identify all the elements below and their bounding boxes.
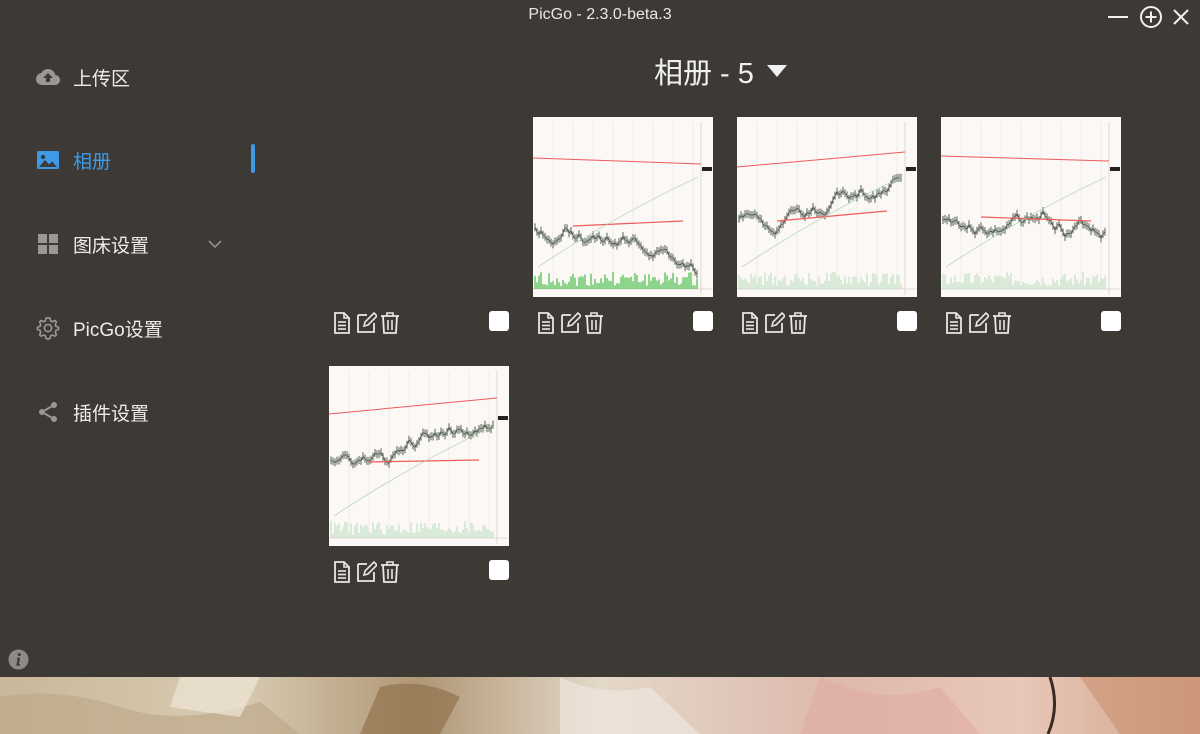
- sidebar-item-label: 图床设置: [73, 235, 150, 257]
- copy-document-icon[interactable]: [331, 311, 353, 335]
- image-select-checkbox[interactable]: [897, 311, 917, 331]
- gallery-card: [941, 117, 1121, 337]
- sidebar-item-upload[interactable]: 上传区: [36, 62, 130, 92]
- sidebar-item-label: PicGo设置: [73, 319, 163, 341]
- image-actions: [737, 311, 917, 337]
- sidebar-item-plugin-settings[interactable]: 插件设置: [36, 397, 149, 427]
- sidebar-item-picbed-settings[interactable]: 图床设置: [36, 229, 149, 259]
- sidebar: 上传区 相册 图床设置 PicGo设置 插件设置: [0, 34, 262, 674]
- minimize-button[interactable]: [1105, 4, 1131, 30]
- image-select-checkbox[interactable]: [489, 311, 509, 331]
- sidebar-item-gallery[interactable]: 相册: [36, 145, 111, 175]
- info-icon[interactable]: [8, 649, 29, 670]
- edit-icon[interactable]: [355, 311, 379, 335]
- background-image: [0, 677, 1200, 734]
- sidebar-item-picgo-settings[interactable]: PicGo设置: [36, 313, 163, 343]
- edit-icon[interactable]: [355, 560, 379, 584]
- edit-icon[interactable]: [763, 311, 787, 335]
- delete-icon[interactable]: [379, 311, 401, 335]
- gallery-title-text: 相册 - 5: [654, 58, 754, 90]
- upload-cloud-icon: [36, 65, 60, 89]
- image-actions: [329, 560, 509, 586]
- image-actions: [329, 311, 509, 337]
- sidebar-item-label: 插件设置: [73, 403, 150, 425]
- gallery-card-empty: [329, 117, 509, 337]
- close-button[interactable]: [1168, 4, 1194, 30]
- gallery-card: [533, 117, 713, 337]
- gallery-card: [329, 366, 509, 586]
- grid-icon: [36, 232, 60, 256]
- delete-icon[interactable]: [991, 311, 1013, 335]
- copy-document-icon[interactable]: [331, 560, 353, 584]
- caret-down-icon: [766, 65, 787, 77]
- image-select-checkbox[interactable]: [489, 560, 509, 580]
- image-select-checkbox[interactable]: [693, 311, 713, 331]
- copy-document-icon[interactable]: [739, 311, 761, 335]
- image-thumbnail[interactable]: [737, 117, 917, 297]
- image-thumbnail[interactable]: [329, 366, 509, 546]
- maximize-button[interactable]: [1138, 4, 1164, 30]
- gallery-title[interactable]: 相册 - 5: [654, 50, 788, 92]
- close-icon: [1173, 9, 1189, 25]
- delete-icon[interactable]: [787, 311, 809, 335]
- share-icon: [36, 400, 60, 424]
- image-thumbnail-placeholder: [329, 117, 509, 297]
- image-thumbnail[interactable]: [941, 117, 1121, 297]
- sidebar-item-label: 上传区: [73, 68, 131, 90]
- chevron-down-icon[interactable]: [206, 235, 224, 253]
- delete-icon[interactable]: [379, 560, 401, 584]
- image-select-checkbox[interactable]: [1101, 311, 1121, 331]
- copy-document-icon[interactable]: [943, 311, 965, 335]
- delete-icon[interactable]: [583, 311, 605, 335]
- active-indicator: [251, 144, 255, 173]
- image-actions: [533, 311, 713, 337]
- image-actions: [941, 311, 1121, 337]
- image-icon: [36, 148, 60, 172]
- minimize-icon: [1108, 16, 1128, 18]
- title-bar: PicGo - 2.3.0-beta.3: [0, 0, 1200, 34]
- window-title: PicGo - 2.3.0-beta.3: [528, 6, 672, 23]
- gear-icon: [36, 316, 60, 340]
- edit-icon[interactable]: [967, 311, 991, 335]
- gallery-card: [737, 117, 917, 337]
- plus-circle-icon: [1140, 6, 1162, 28]
- copy-document-icon[interactable]: [535, 311, 557, 335]
- image-thumbnail[interactable]: [533, 117, 713, 297]
- sidebar-item-label: 相册: [73, 151, 112, 173]
- edit-icon[interactable]: [559, 311, 583, 335]
